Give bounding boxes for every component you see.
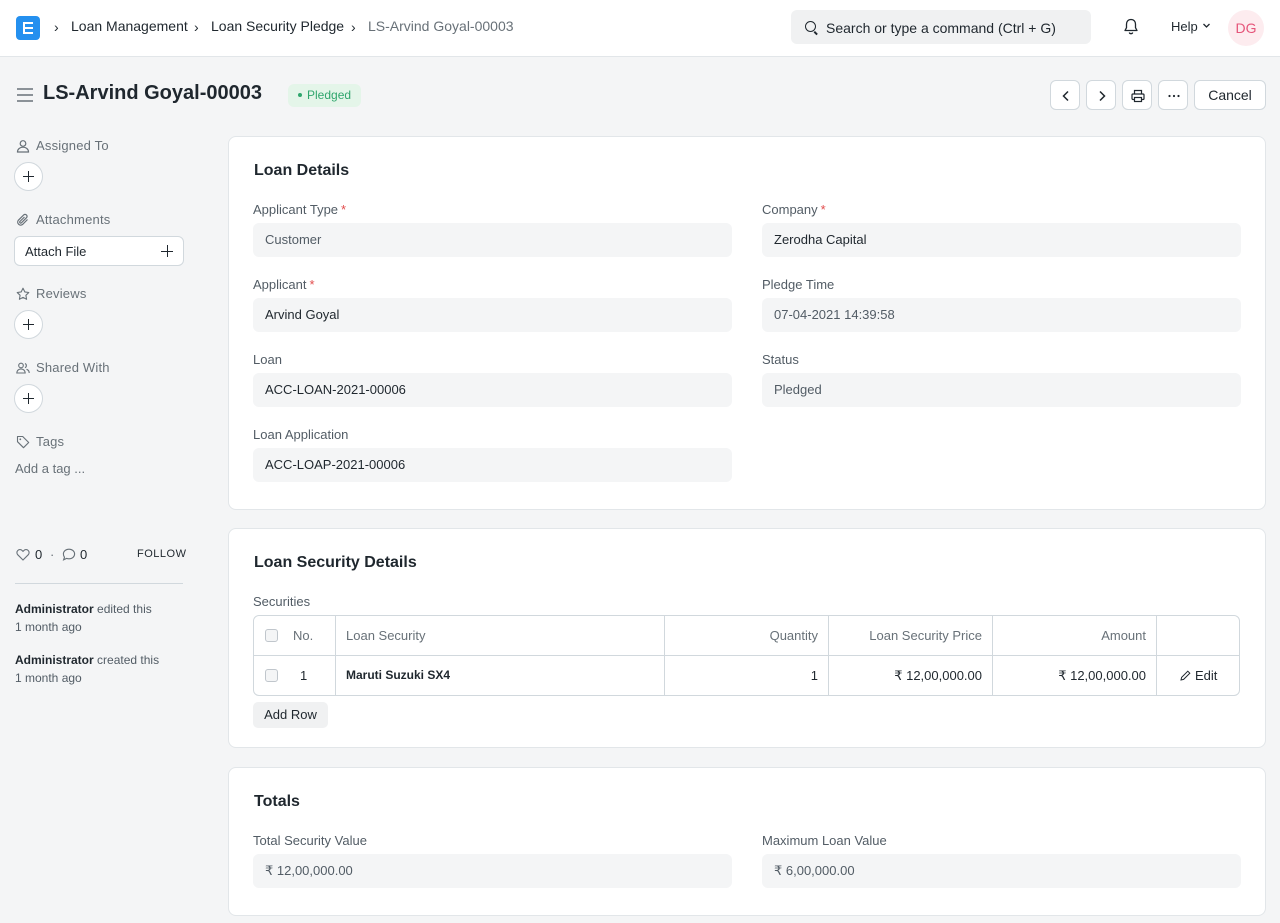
column-header-price: Loan Security Price [869,628,982,643]
loan-application-label: Loan Application [253,427,349,442]
more-actions-button[interactable] [1158,80,1188,110]
print-button[interactable] [1122,80,1152,110]
plus-icon [161,245,173,257]
chevron-down-icon[interactable] [1202,21,1211,30]
securities-table: No. Loan Security Quantity Loan Security… [253,615,1240,696]
activity-item: Administrator created this 1 month ago [15,651,195,687]
row-checkbox[interactable] [265,669,278,682]
star-icon [16,287,30,300]
totals-section: Totals [228,767,1266,916]
total-security-value-field[interactable]: ₹ 12,00,000.00 [253,854,732,888]
divider [15,583,183,584]
applicant-type-label: Applicant Type * [253,202,347,217]
activity-user[interactable]: Administrator [15,653,94,667]
applicant-type-field[interactable]: Customer [253,223,732,257]
securities-label: Securities [253,594,311,609]
heart-icon[interactable] [16,548,30,561]
activity-time: 1 month ago [15,620,82,634]
chevron-left-icon [1062,90,1069,102]
chevron-right-icon [1099,90,1106,102]
status-label: Status [762,352,799,367]
printer-icon [1131,89,1145,103]
activity-time: 1 month ago [15,671,82,685]
follow-button[interactable]: FOLLOW [137,548,186,560]
activity-item: Administrator edited this 1 month ago [15,600,195,636]
row-number: 1 [300,668,308,683]
maximum-loan-value-field[interactable]: ₹ 6,00,000.00 [762,854,1241,888]
loan-application-field[interactable]: ACC-LOAP-2021-00006 [253,448,732,482]
breadcrumb-current: LS-Arvind Goyal-00003 [368,18,514,34]
loan-field[interactable]: ACC-LOAN-2021-00006 [253,373,732,407]
cancel-button[interactable]: Cancel [1194,80,1266,110]
attach-file-button[interactable]: Attach File [14,236,184,266]
maximum-loan-value-label: Maximum Loan Value [762,833,887,848]
row-amount[interactable]: ₹ 12,00,000.00 [1058,668,1146,684]
add-review-button[interactable] [14,310,43,339]
tag-icon [16,435,30,449]
column-header-quantity: Quantity [769,628,818,643]
navbar: › Loan Management › Loan Security Pledge… [0,0,1280,57]
add-tag-link[interactable]: Add a tag ... [15,461,85,476]
row-quantity[interactable]: 1 [811,668,818,683]
applicant-field[interactable]: Arvind Goyal [253,298,732,332]
activity-action: created this [97,653,160,667]
breadcrumb-loan-security-pledge[interactable]: Loan Security Pledge [211,18,344,34]
section-title: Loan Details [254,162,350,179]
select-all-checkbox[interactable] [265,629,278,642]
comment-count: 0 [80,547,88,562]
chevron-right-icon: › [54,19,59,35]
pledge-time-label: Pledge Time [762,277,835,292]
add-assignee-button[interactable] [14,162,43,191]
users-icon [16,362,30,374]
pencil-icon [1180,670,1191,681]
previous-doc-button[interactable] [1050,80,1080,110]
column-header-no: No. [293,628,314,643]
section-title: Loan Security Details [254,554,417,571]
search-icon [805,21,816,32]
search-input[interactable]: Search or type a command (Ctrl + G) [791,10,1091,44]
search-placeholder: Search or type a command (Ctrl + G) [826,20,1056,36]
separator-dot: · [50,547,55,562]
row-price[interactable]: ₹ 12,00,000.00 [894,668,982,684]
total-security-value-label: Total Security Value [253,833,367,848]
status-field[interactable]: Pledged [762,373,1241,407]
add-share-button[interactable] [14,384,43,413]
applicant-label: Applicant * [253,277,315,292]
company-field[interactable]: Zerodha Capital [762,223,1241,257]
activity-action: edited this [97,602,152,616]
like-count: 0 [35,547,43,562]
help-menu[interactable]: Help [1171,19,1198,34]
company-label: Company * [762,202,826,217]
chevron-right-icon: › [194,19,199,35]
row-loan-security[interactable]: Maruti Suzuki SX4 [346,668,450,682]
breadcrumb-loan-management[interactable]: Loan Management [71,18,188,34]
more-horizontal-icon [1168,94,1180,98]
paperclip-icon [17,213,28,226]
activity-user[interactable]: Administrator [15,602,94,616]
bell-icon[interactable] [1123,18,1139,36]
user-icon [16,140,30,153]
add-row-button[interactable]: Add Row [253,702,328,728]
comment-icon[interactable] [62,548,76,561]
chevron-right-icon: › [351,19,356,35]
page-title: LS-Arvind Goyal-00003 [43,82,262,104]
status-badge: Pledged [288,84,362,107]
pledge-time-field[interactable]: 07-04-2021 14:39:58 [762,298,1241,332]
loan-label: Loan [253,352,282,367]
sidebar-toggle-icon[interactable] [17,88,33,102]
avatar[interactable]: DG [1228,10,1264,46]
column-header-amount: Amount [1101,628,1146,643]
app-logo[interactable] [16,16,40,40]
column-header-loan-security: Loan Security [346,628,426,643]
section-title: Totals [254,793,300,810]
next-doc-button[interactable] [1086,80,1116,110]
